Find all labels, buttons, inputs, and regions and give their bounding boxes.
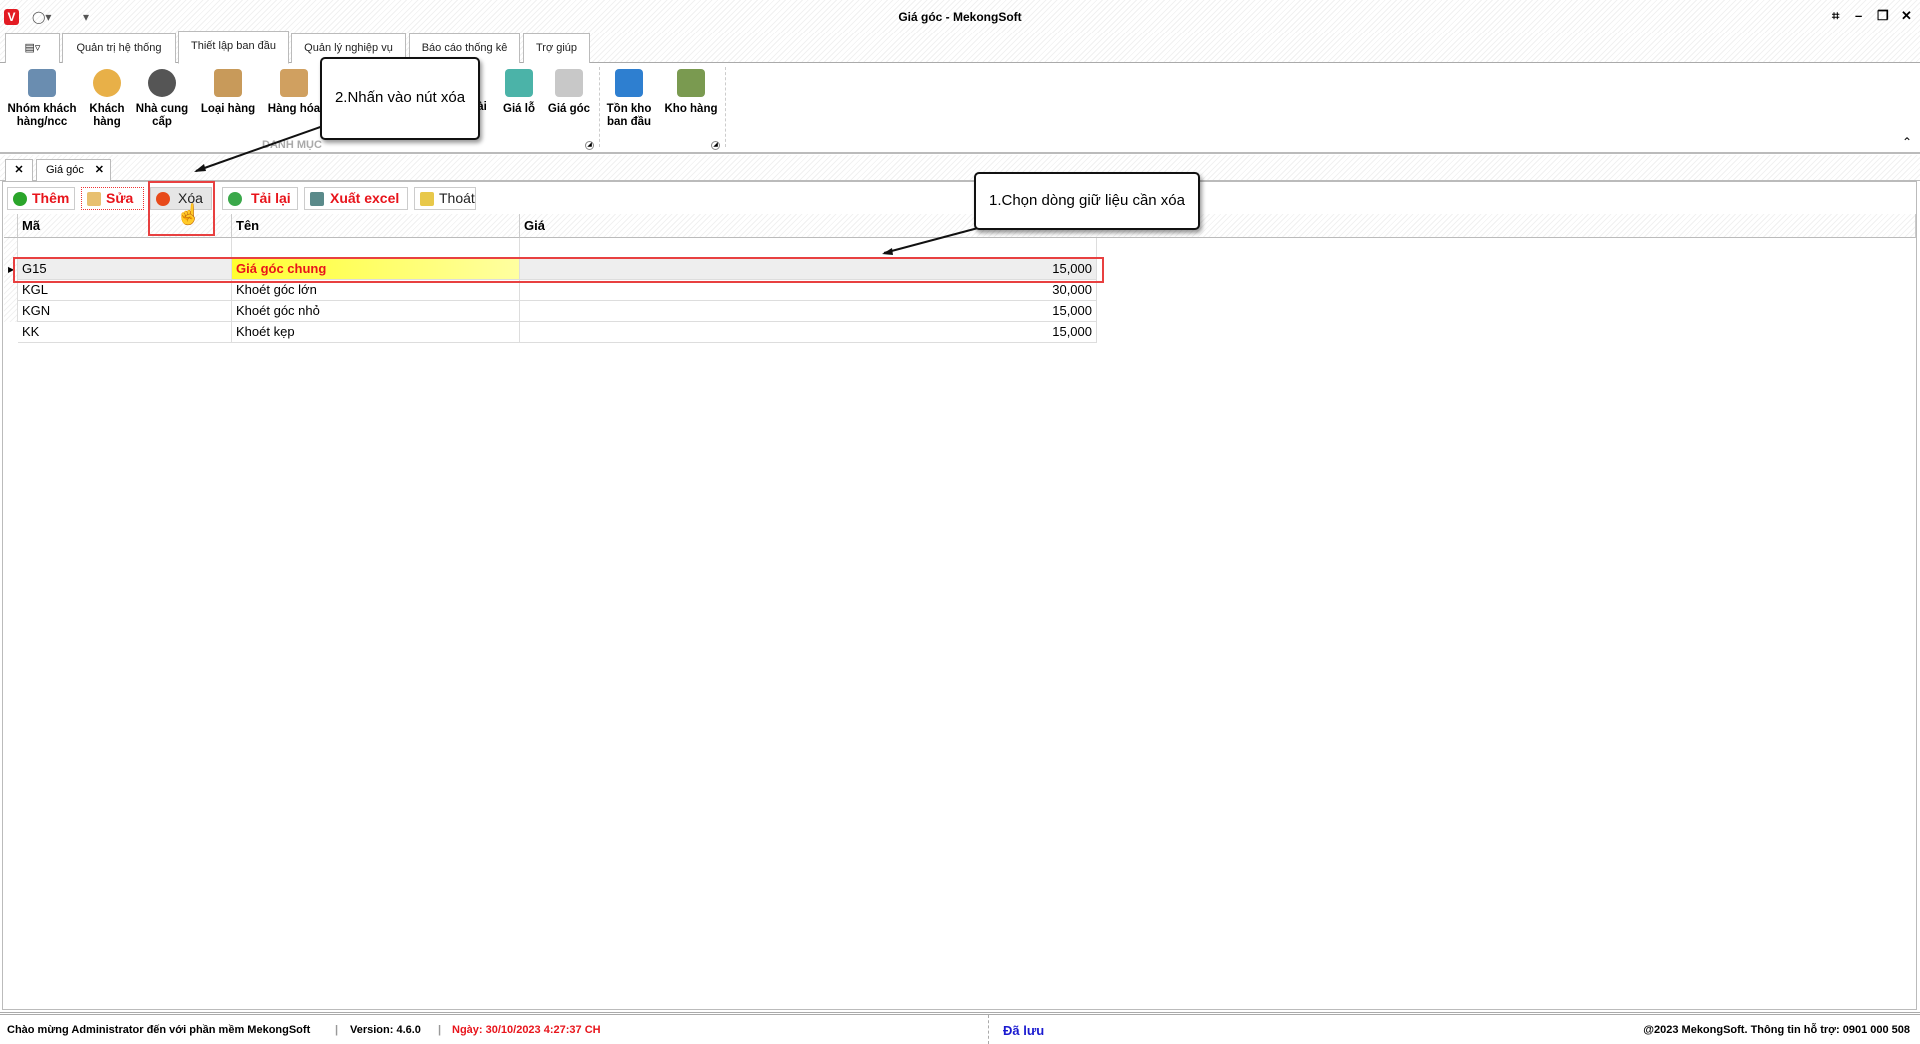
callout-step-2: 2.Nhấn vào nút xóa [320,57,480,140]
arrow-to-row [883,227,979,254]
callout-step-1: 1.Chọn dòng giữ liệu cần xóa [974,172,1200,230]
status-saved: Đã lưu [1003,1023,1045,1038]
status-copyright: @2023 MekongSoft. Thông tin hỗ trợ: 0901… [1643,1024,1910,1036]
grid-cell-price[interactable]: 15,000 [520,322,1097,343]
grid-cell-name[interactable]: Khoét góc nhỏ [232,301,520,322]
status-welcome: Chào mừng Administrator đến với phần mềm… [7,1024,311,1036]
grid-cell-code[interactable]: KK [18,322,232,343]
status-divider: | [438,1024,442,1036]
arrowhead [882,248,893,255]
arrow-to-delete [195,124,327,172]
status-version: Version: 4.6.0 [350,1024,421,1036]
callout-arrows [194,124,979,255]
status-bar: Chào mừng Administrator đến với phần mềm… [0,1012,1920,1044]
hand-cursor-icon: ☝ [176,204,201,226]
status-date: Ngày: 30/10/2023 4:27:37 CH [452,1024,601,1036]
grid-cell-name[interactable]: Khoét kẹp [232,322,520,343]
status-divider: | [335,1024,339,1036]
grid-cell-price[interactable]: 15,000 [520,301,1097,322]
status-separator [988,1015,989,1044]
arrowhead [194,164,206,172]
grid-cell-code[interactable]: KGN [18,301,232,322]
